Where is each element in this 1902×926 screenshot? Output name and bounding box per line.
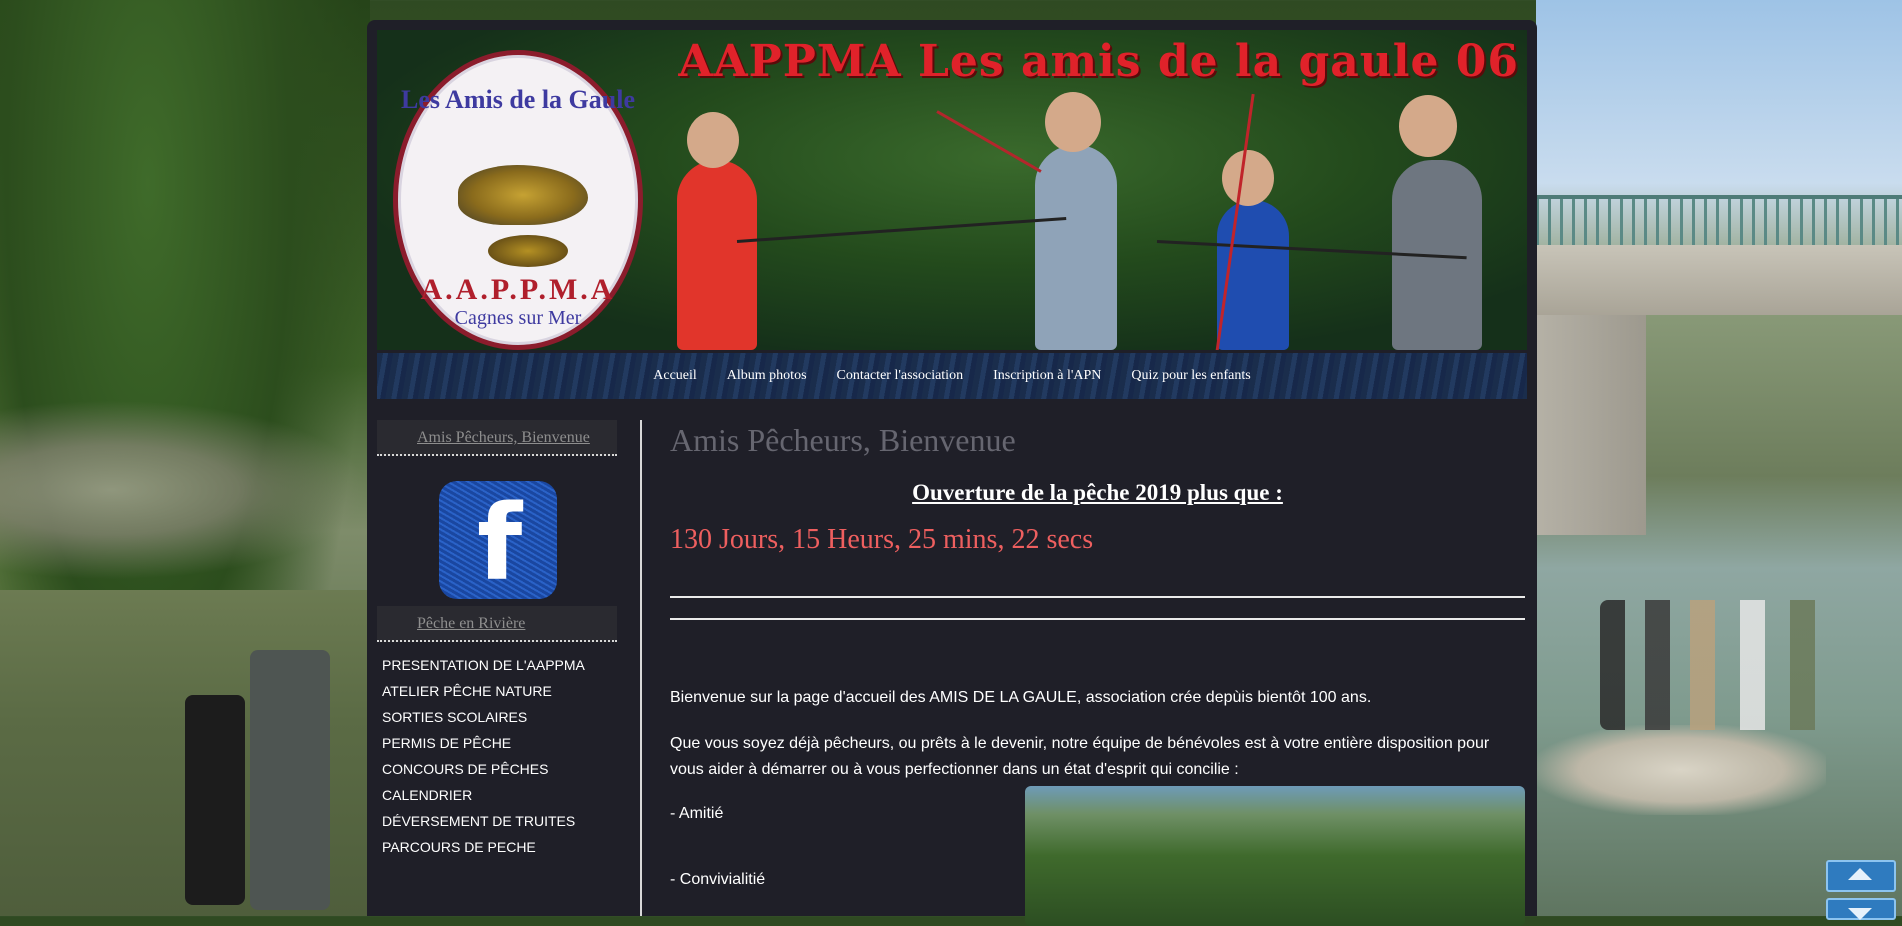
divider-line: [670, 596, 1525, 598]
banner-kid-head: [1399, 95, 1457, 157]
background-gravel-bank: [1536, 725, 1826, 815]
site-title: AAPPMA Les amis de la gaule 06: [678, 36, 1519, 87]
scroll-down-button[interactable]: [1826, 898, 1896, 920]
sidebar-menu: PRESENTATION DE L'AAPPMA ATELIER PÊCHE N…: [377, 652, 617, 860]
intro-paragraph: Que vous soyez déjà pêcheurs, ou prêts à…: [670, 735, 1490, 778]
banner-kid-grey-shirt: [1035, 145, 1117, 350]
sidebar-item-concours[interactable]: CONCOURS DE PÊCHES: [377, 756, 617, 782]
nav-item-contact[interactable]: Contacter l'association: [822, 368, 979, 384]
scroll-up-button[interactable]: [1826, 860, 1896, 892]
sidebar-item-atelier[interactable]: ATELIER PÊCHE NATURE: [377, 678, 617, 704]
fishing-rod: [936, 110, 1042, 173]
sidebar: Amis Pêcheurs, Bienvenue f Pêche en Rivi…: [377, 420, 617, 860]
trout-icon: [458, 165, 588, 225]
column-divider: [640, 420, 642, 916]
divider-line: [670, 618, 1525, 620]
header-banner: Les Amis de la Gaule A.A.P.P.M.A Cagnes …: [377, 30, 1527, 350]
background-adult-figure: [250, 650, 330, 910]
banner-kid-red-shirt: [677, 160, 757, 350]
facebook-icon[interactable]: f: [439, 481, 557, 599]
logo-text-top: Les Amis de la Gaule: [400, 85, 635, 114]
trout-icon: [488, 235, 568, 267]
logo-text-bottom: Cagnes sur Mer: [454, 307, 582, 329]
fishing-rod: [736, 216, 1067, 243]
background-people-group: [1600, 600, 1850, 730]
nav-item-album-photos[interactable]: Album photos: [712, 368, 822, 384]
sidebar-item-presentation[interactable]: PRESENTATION DE L'AAPPMA: [377, 652, 617, 678]
facebook-block: f: [377, 456, 617, 606]
sidebar-item-deversement[interactable]: DÉVERSEMENT DE TRUITES: [377, 808, 617, 834]
background-bridge-pillar: [1536, 315, 1646, 535]
logo-text-mid: A.A.P.P.M.A: [420, 273, 616, 306]
nav-item-inscription-apn[interactable]: Inscription à l'APN: [978, 368, 1116, 384]
countdown-value: 130 Jours, 15 Heurs, 25 mins, 22 secs: [670, 524, 1094, 555]
banner-kid-head: [1045, 92, 1101, 152]
club-logo: Les Amis de la Gaule A.A.P.P.M.A Cagnes …: [393, 50, 643, 350]
welcome-paragraph: Bienvenue sur la page d'accueil des AMIS…: [670, 689, 1372, 706]
banner-kid-head: [1222, 150, 1274, 206]
sidebar-item-sorties[interactable]: SORTIES SCOLAIRES: [377, 704, 617, 730]
sidebar-heading-bienvenue[interactable]: Amis Pêcheurs, Bienvenue: [377, 420, 617, 456]
sidebar-item-calendrier[interactable]: CALENDRIER: [377, 782, 617, 808]
main-content: Amis Pêcheurs, Bienvenue Ouverture de la…: [670, 420, 1525, 926]
river-photo: [1025, 786, 1525, 926]
page-title: Amis Pêcheurs, Bienvenue: [670, 422, 1016, 458]
banner-kid-head: [687, 112, 739, 168]
background-rocks: [0, 400, 370, 580]
values-list: - Amitié - Convivialitié: [670, 786, 1525, 926]
sidebar-item-permis[interactable]: PERMIS DE PÊCHE: [377, 730, 617, 756]
nav-item-accueil[interactable]: Accueil: [638, 368, 712, 384]
background-child-figure: [185, 695, 245, 905]
background-bridge: [1536, 245, 1902, 315]
sidebar-item-parcours[interactable]: PARCOURS DE PECHE: [377, 834, 617, 860]
arrow-down-icon: [1848, 908, 1872, 920]
countdown-title: Ouverture de la pêche 2019 plus que :: [912, 480, 1283, 505]
arrow-up-icon: [1848, 868, 1872, 880]
main-nav: Accueil Album photos Contacter l'associa…: [377, 353, 1527, 399]
page-container: Les Amis de la Gaule A.A.P.P.M.A Cagnes …: [367, 20, 1537, 926]
sidebar-heading-peche-riviere[interactable]: Pêche en Rivière: [377, 606, 617, 642]
nav-item-quiz[interactable]: Quiz pour les enfants: [1116, 368, 1265, 384]
